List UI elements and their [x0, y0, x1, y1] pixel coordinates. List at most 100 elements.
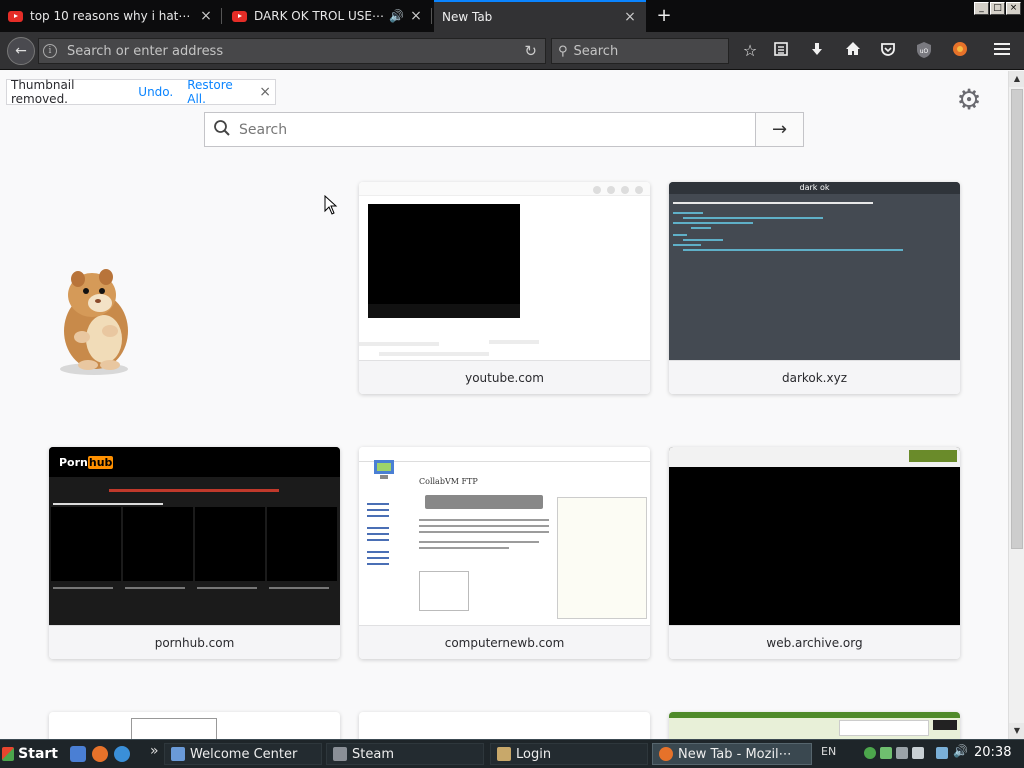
tile-label: web.archive.org: [669, 625, 960, 659]
top-site-tile-youtube[interactable]: youtube.com: [359, 182, 650, 394]
address-bar[interactable]: i Search or enter address ↻: [38, 38, 546, 64]
vertical-scrollbar[interactable]: ▲ ▼: [1008, 71, 1024, 739]
top-site-tile-computernewb[interactable]: CollabVM FTP computernewb.com: [359, 447, 650, 659]
login-icon: [497, 747, 511, 761]
tab-youtube-1[interactable]: top 10 reasons why i hat⋯ ×: [0, 0, 222, 32]
tab-new-tab[interactable]: New Tab ×: [434, 0, 646, 32]
scroll-down-icon[interactable]: ▼: [1009, 723, 1024, 739]
taskbar-item-login[interactable]: Login: [490, 743, 648, 765]
top-site-tile-darkok[interactable]: dark ok darkok.xyz: [669, 182, 960, 394]
thumbnail-page-title: CollabVM FTP: [419, 477, 478, 486]
thumbnail-button: [425, 495, 543, 509]
tab-close-icon[interactable]: ×: [622, 9, 638, 25]
top-site-tile-pornhub[interactable]: Pornhub pornhub.com: [49, 447, 340, 659]
menu-icon[interactable]: [992, 41, 1012, 61]
search-icon: ⚲: [558, 43, 568, 59]
tile-label: pornhub.com: [49, 625, 340, 659]
firefox-icon: [659, 747, 673, 761]
tile-thumbnail: [359, 182, 650, 360]
internet-explorer-icon[interactable]: [114, 746, 130, 762]
pocket-icon[interactable]: [878, 41, 898, 61]
windows-logo-icon: [2, 747, 15, 761]
tab-youtube-2[interactable]: DARK OK TROL USE⋯ 🔊 ×: [224, 0, 432, 32]
network-icon[interactable]: [880, 747, 892, 759]
steam-icon: [333, 747, 347, 761]
svg-text:uO: uO: [920, 48, 929, 55]
welcome-center-icon: [171, 747, 185, 761]
thumbnail-removed-notification: Thumbnail removed. Undo. Restore All. ×: [6, 78, 276, 106]
tab-close-icon[interactable]: ×: [198, 8, 214, 24]
restore-all-link[interactable]: Restore All.: [187, 78, 249, 106]
navigation-toolbar: ← i Search or enter address ↻ ⚲ Search ☆…: [0, 32, 1024, 70]
show-desktop-icon[interactable]: [70, 746, 86, 762]
back-button[interactable]: ←: [7, 37, 35, 65]
language-indicator[interactable]: EN: [821, 745, 836, 758]
taskbar: Start » Welcome Center Steam Login New T…: [0, 739, 1024, 768]
start-button[interactable]: Start: [2, 743, 58, 765]
top-site-tile-web-archive[interactable]: web.archive.org: [669, 447, 960, 659]
thumbnail-banner: [109, 489, 279, 492]
notification-text: Thumbnail removed.: [11, 78, 75, 106]
top-site-tile-partial[interactable]: [49, 712, 340, 739]
display-icon[interactable]: [896, 747, 908, 759]
youtube-icon: [8, 10, 23, 22]
search-input[interactable]: Search: [239, 122, 755, 138]
taskbar-item-label: Login: [516, 746, 552, 762]
home-icon[interactable]: [843, 41, 863, 61]
taskbar-item-steam[interactable]: Steam: [326, 743, 484, 765]
reload-icon[interactable]: ↻: [524, 42, 537, 60]
clock[interactable]: 20:38: [974, 745, 1011, 760]
maximize-button[interactable]: □: [990, 2, 1005, 15]
mouse-cursor-icon: [324, 194, 338, 218]
volume-icon[interactable]: 🔊: [953, 744, 968, 758]
taskbar-item-firefox[interactable]: New Tab - Mozil⋯: [652, 743, 812, 765]
close-window-button[interactable]: ×: [1006, 2, 1021, 15]
undo-link[interactable]: Undo.: [138, 85, 173, 99]
youtube-icon: [232, 10, 247, 22]
ublock-icon[interactable]: uO: [914, 41, 934, 61]
downloads-icon[interactable]: [807, 41, 827, 61]
info-icon[interactable]: i: [43, 44, 57, 58]
hamster-image: [60, 269, 128, 375]
firefox-icon[interactable]: [92, 746, 108, 762]
top-site-tile-partial[interactable]: [669, 712, 960, 739]
back-arrow-icon: ←: [15, 43, 27, 59]
address-placeholder: Search or enter address: [67, 43, 224, 59]
start-label: Start: [18, 746, 58, 762]
tab-title: top 10 reasons why i hat⋯: [30, 9, 191, 23]
taskbar-item-welcome-center[interactable]: Welcome Center: [164, 743, 322, 765]
search-placeholder: Search: [573, 43, 619, 59]
monitor-icon[interactable]: [936, 747, 948, 759]
video-player: [368, 204, 520, 318]
toolbar-search-field[interactable]: ⚲ Search: [551, 38, 729, 64]
site-logo: Pornhub: [59, 456, 114, 469]
thumbnail-sidebar: [557, 497, 647, 619]
minimize-button[interactable]: _: [974, 2, 989, 15]
bookmark-star-icon[interactable]: ☆: [740, 41, 760, 61]
scroll-up-icon[interactable]: ▲: [1009, 71, 1024, 87]
newtab-search-box[interactable]: Search →: [204, 112, 804, 147]
quicklaunch-overflow-icon[interactable]: »: [150, 743, 159, 759]
tile-label: youtube.com: [359, 360, 650, 394]
thumbnail-toolbar: [909, 450, 957, 462]
top-site-tile-partial[interactable]: [359, 712, 650, 739]
security-icon[interactable]: [912, 747, 924, 759]
speaker-icon[interactable]: 🔊: [389, 9, 404, 23]
tile-thumbnail: CollabVM FTP: [359, 447, 650, 625]
tab-title: New Tab: [442, 10, 493, 24]
reading-list-icon[interactable]: [771, 41, 791, 61]
gear-icon[interactable]: ⚙: [954, 85, 984, 115]
tile-thumbnail: [669, 447, 960, 625]
close-icon[interactable]: ×: [259, 84, 271, 100]
taskbar-item-label: Steam: [352, 746, 394, 762]
scrollbar-thumb[interactable]: [1011, 89, 1023, 549]
new-tab-button[interactable]: +: [652, 4, 676, 28]
extension-icon[interactable]: [950, 41, 970, 61]
thumbnail-page-title: dark ok: [669, 182, 960, 194]
user-icon[interactable]: [864, 747, 876, 759]
taskbar-item-label: New Tab - Mozil⋯: [678, 746, 792, 762]
search-go-button[interactable]: →: [755, 113, 803, 146]
tile-thumbnail: dark ok: [669, 182, 960, 360]
tab-close-icon[interactable]: ×: [408, 8, 424, 24]
taskbar-item-label: Welcome Center: [190, 746, 298, 762]
